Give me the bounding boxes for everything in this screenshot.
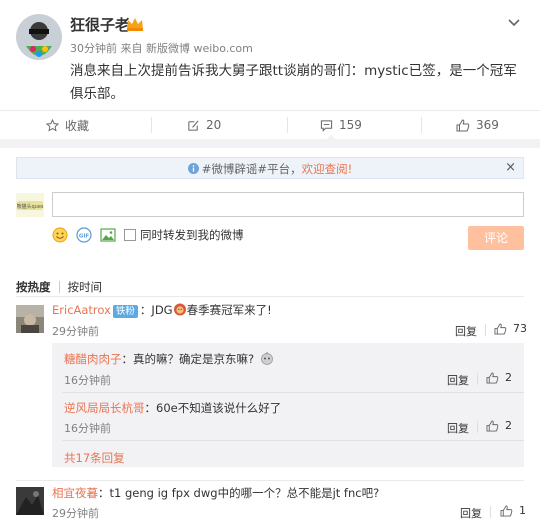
divider [62, 440, 524, 441]
thumbs-up-icon [494, 322, 507, 335]
comment-caret [326, 135, 336, 140]
sub-reply-text: 糖醋肉肉子：真的嘛？确定是京东嘛? [64, 351, 274, 367]
action-bar: 收藏 20 159 369 [0, 110, 540, 138]
sub-reply-time: 16分钟前 [64, 374, 111, 387]
sub-reply-like-count: 2 [505, 419, 512, 432]
comment-icon [320, 119, 333, 132]
commenter-avatar[interactable] [16, 487, 44, 515]
notice-text: #微博辟谣#平台，欢迎查阅! [17, 161, 523, 177]
sub-reply-body: ：真的嘛？确定是京东嘛? [121, 352, 255, 366]
divider [16, 296, 524, 297]
more-replies-link[interactable]: 共17条回复 [64, 450, 125, 466]
sub-reply-body: ：60e不知道该说什么好了 [144, 401, 282, 415]
comment-text: 相宜夜暮：t1 geng ig fpx dwg中的哪一个？总不能是jt fnc吧… [52, 485, 379, 501]
composer-tools: GIF 同时转发到我的微博 [52, 226, 244, 244]
comment-time: 29分钟前 [52, 507, 99, 520]
repost-icon [188, 120, 199, 131]
reply-button[interactable]: 回复 [455, 323, 477, 339]
divider [421, 117, 422, 133]
favorite-button[interactable]: 收藏 [46, 111, 89, 139]
comment-body: ：JDG [139, 303, 173, 317]
divider [16, 480, 524, 481]
like-count: 369 [476, 118, 499, 132]
reply-button[interactable]: 回复 [447, 372, 469, 388]
divider [490, 506, 491, 518]
post-header: 狂很子老 30分钟前 来自 新版微博 weibo.com [14, 10, 526, 60]
sub-reply-text: 逆风局局长杭哥：60e不知道该说什么好了 [64, 400, 281, 416]
notice-prefix: #微博辟谣#平台， [201, 162, 302, 176]
divider [151, 117, 152, 133]
divider [287, 117, 288, 133]
post-text: 消息来自上次提前告诉我大舅子跟tt谈崩的哥们：mystic已签，是一个冠军俱乐部… [70, 63, 517, 102]
divider [477, 373, 478, 385]
emoji-icon[interactable] [52, 227, 68, 243]
repost-button[interactable]: 20 [187, 111, 221, 139]
fan-badge: 铁粉 [112, 305, 138, 318]
post-meta: 30分钟前 来自 新版微博 weibo.com [70, 42, 253, 55]
gif-icon[interactable]: GIF [76, 227, 92, 243]
commenter-name[interactable]: EricAatrox [52, 303, 111, 317]
reply-button[interactable]: 回复 [460, 505, 482, 521]
commenter-avatar[interactable] [16, 305, 44, 333]
info-icon [187, 163, 199, 174]
self-avatar: 熊猫头ques [16, 193, 44, 217]
emoji-robot-icon [260, 352, 273, 365]
star-icon [46, 118, 59, 132]
vip-crown-icon[interactable] [126, 17, 144, 31]
emoji-lion-icon [173, 303, 186, 316]
thumbs-up-icon [456, 118, 470, 131]
chevron-down-icon[interactable] [506, 14, 522, 30]
sort-by-time[interactable]: 按时间 [68, 279, 103, 295]
sort-bar: 按热度 按时间 [16, 279, 102, 295]
image-icon[interactable] [100, 227, 116, 243]
comment-like-button[interactable]: 1 [500, 504, 526, 517]
divider [58, 281, 60, 293]
reply-button[interactable]: 回复 [447, 420, 469, 436]
comment-count: 159 [339, 118, 362, 132]
commenter-name[interactable]: 相宜夜暮 [52, 486, 98, 500]
divider [62, 392, 524, 393]
sub-reply-time: 16分钟前 [64, 422, 111, 435]
submit-comment-button[interactable]: 评论 [468, 226, 524, 250]
sort-by-hot[interactable]: 按热度 [16, 279, 51, 295]
repost-count: 20 [206, 118, 222, 132]
comment-body: ：t1 geng ig fpx dwg中的哪一个？总不能是jt fnc吧? [98, 486, 380, 500]
rumor-notice: #微博辟谣#平台，欢迎查阅! × [16, 157, 524, 179]
thumbs-up-icon [500, 504, 513, 517]
sub-reply-name[interactable]: 糖醋肉肉子 [64, 352, 122, 366]
self-avatar-text: 熊猫头ques [16, 203, 43, 210]
comment-text: EricAatrox 铁粉 ：JDG 春季赛冠军来了! [52, 302, 272, 318]
favorite-label: 收藏 [65, 118, 90, 133]
like-button[interactable]: 369 [456, 111, 499, 139]
comment-input[interactable] [52, 192, 524, 217]
comment-time: 29分钟前 [52, 325, 99, 338]
sub-reply-like-button[interactable]: 2 [486, 371, 512, 384]
sub-reply-name[interactable]: 逆风局局长杭哥 [64, 401, 145, 415]
comment-like-button[interactable]: 73 [494, 322, 527, 335]
sub-reply-like-button[interactable]: 2 [486, 419, 512, 432]
sub-reply-like-count: 2 [505, 371, 512, 384]
comment-like-count: 73 [513, 322, 527, 335]
comment-body-tail: 春季赛冠军来了! [186, 303, 272, 317]
section-divider [0, 139, 540, 148]
thumbs-up-icon [486, 419, 499, 432]
author-name[interactable]: 狂很子老 [70, 14, 130, 35]
svg-text:GIF: GIF [79, 234, 90, 240]
divider [485, 324, 486, 336]
notice-link[interactable]: 欢迎查阅! [302, 162, 353, 176]
author-avatar[interactable] [16, 14, 62, 60]
close-icon[interactable]: × [505, 160, 516, 175]
thumbs-up-icon [486, 371, 499, 384]
sync-label: 同时转发到我的微博 [140, 228, 244, 242]
comment-like-count: 1 [519, 504, 526, 517]
sync-checkbox[interactable] [124, 229, 136, 241]
divider [477, 421, 478, 433]
